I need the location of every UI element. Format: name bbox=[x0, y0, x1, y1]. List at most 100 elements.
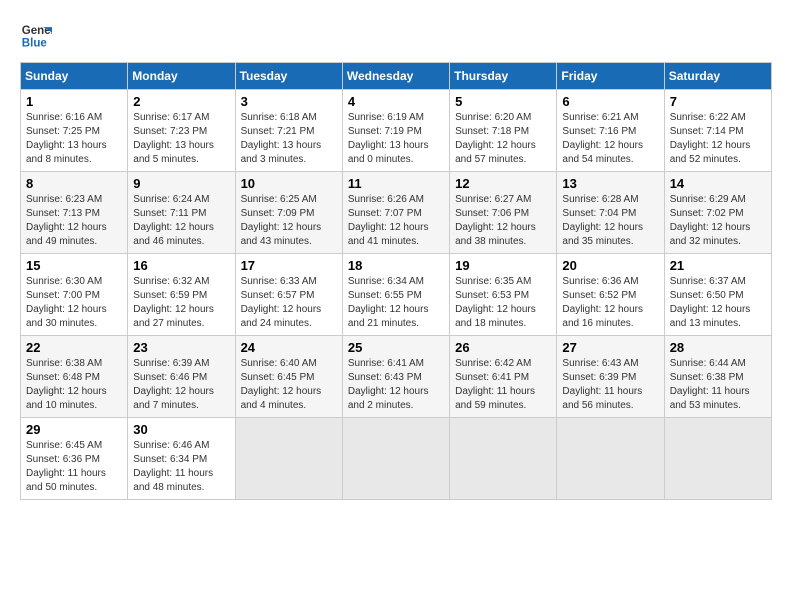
calendar-cell: 21 Sunrise: 6:37 AMSunset: 6:50 PMDaylig… bbox=[664, 254, 771, 336]
day-info: Sunrise: 6:43 AMSunset: 6:39 PMDaylight:… bbox=[562, 357, 658, 413]
calendar-cell: 24 Sunrise: 6:40 AMSunset: 6:45 PMDaylig… bbox=[235, 336, 342, 418]
day-info: Sunrise: 6:26 AMSunset: 7:07 PMDaylight:… bbox=[348, 193, 444, 249]
calendar-cell: 27 Sunrise: 6:43 AMSunset: 6:39 PMDaylig… bbox=[557, 336, 664, 418]
logo-icon: General Blue bbox=[20, 20, 52, 52]
day-number: 15 bbox=[26, 258, 122, 273]
day-number: 22 bbox=[26, 340, 122, 355]
day-info: Sunrise: 6:39 AMSunset: 6:46 PMDaylight:… bbox=[133, 357, 229, 413]
day-number: 27 bbox=[562, 340, 658, 355]
calendar-cell: 6 Sunrise: 6:21 AMSunset: 7:16 PMDayligh… bbox=[557, 90, 664, 172]
calendar-cell: 30 Sunrise: 6:46 AMSunset: 6:34 PMDaylig… bbox=[128, 418, 235, 500]
calendar-header-thursday: Thursday bbox=[450, 63, 557, 90]
day-info: Sunrise: 6:33 AMSunset: 6:57 PMDaylight:… bbox=[241, 275, 337, 331]
calendar-header-saturday: Saturday bbox=[664, 63, 771, 90]
day-info: Sunrise: 6:22 AMSunset: 7:14 PMDaylight:… bbox=[670, 111, 766, 167]
calendar-cell: 22 Sunrise: 6:38 AMSunset: 6:48 PMDaylig… bbox=[21, 336, 128, 418]
calendar-cell: 3 Sunrise: 6:18 AMSunset: 7:21 PMDayligh… bbox=[235, 90, 342, 172]
day-number: 5 bbox=[455, 94, 551, 109]
day-number: 25 bbox=[348, 340, 444, 355]
day-number: 23 bbox=[133, 340, 229, 355]
calendar-cell: 17 Sunrise: 6:33 AMSunset: 6:57 PMDaylig… bbox=[235, 254, 342, 336]
calendar-cell: 7 Sunrise: 6:22 AMSunset: 7:14 PMDayligh… bbox=[664, 90, 771, 172]
day-info: Sunrise: 6:30 AMSunset: 7:00 PMDaylight:… bbox=[26, 275, 122, 331]
calendar-cell: 26 Sunrise: 6:42 AMSunset: 6:41 PMDaylig… bbox=[450, 336, 557, 418]
calendar-cell: 29 Sunrise: 6:45 AMSunset: 6:36 PMDaylig… bbox=[21, 418, 128, 500]
calendar-cell: 28 Sunrise: 6:44 AMSunset: 6:38 PMDaylig… bbox=[664, 336, 771, 418]
calendar-body: 1 Sunrise: 6:16 AMSunset: 7:25 PMDayligh… bbox=[21, 90, 772, 500]
calendar-week-2: 8 Sunrise: 6:23 AMSunset: 7:13 PMDayligh… bbox=[21, 172, 772, 254]
calendar-cell: 1 Sunrise: 6:16 AMSunset: 7:25 PMDayligh… bbox=[21, 90, 128, 172]
day-info: Sunrise: 6:32 AMSunset: 6:59 PMDaylight:… bbox=[133, 275, 229, 331]
day-info: Sunrise: 6:27 AMSunset: 7:06 PMDaylight:… bbox=[455, 193, 551, 249]
day-info: Sunrise: 6:16 AMSunset: 7:25 PMDaylight:… bbox=[26, 111, 122, 167]
calendar-cell: 2 Sunrise: 6:17 AMSunset: 7:23 PMDayligh… bbox=[128, 90, 235, 172]
day-info: Sunrise: 6:34 AMSunset: 6:55 PMDaylight:… bbox=[348, 275, 444, 331]
day-number: 29 bbox=[26, 422, 122, 437]
day-number: 11 bbox=[348, 176, 444, 191]
day-number: 20 bbox=[562, 258, 658, 273]
day-info: Sunrise: 6:29 AMSunset: 7:02 PMDaylight:… bbox=[670, 193, 766, 249]
svg-text:General: General bbox=[22, 25, 52, 37]
calendar-week-3: 15 Sunrise: 6:30 AMSunset: 7:00 PMDaylig… bbox=[21, 254, 772, 336]
day-number: 8 bbox=[26, 176, 122, 191]
day-number: 21 bbox=[670, 258, 766, 273]
calendar-header-friday: Friday bbox=[557, 63, 664, 90]
day-number: 9 bbox=[133, 176, 229, 191]
day-info: Sunrise: 6:36 AMSunset: 6:52 PMDaylight:… bbox=[562, 275, 658, 331]
calendar-cell: 23 Sunrise: 6:39 AMSunset: 6:46 PMDaylig… bbox=[128, 336, 235, 418]
day-info: Sunrise: 6:44 AMSunset: 6:38 PMDaylight:… bbox=[670, 357, 766, 413]
day-info: Sunrise: 6:42 AMSunset: 6:41 PMDaylight:… bbox=[455, 357, 551, 413]
calendar-header-tuesday: Tuesday bbox=[235, 63, 342, 90]
calendar-cell: 12 Sunrise: 6:27 AMSunset: 7:06 PMDaylig… bbox=[450, 172, 557, 254]
logo: General Blue bbox=[20, 20, 56, 52]
day-number: 1 bbox=[26, 94, 122, 109]
day-number: 30 bbox=[133, 422, 229, 437]
day-info: Sunrise: 6:40 AMSunset: 6:45 PMDaylight:… bbox=[241, 357, 337, 413]
day-number: 17 bbox=[241, 258, 337, 273]
day-number: 7 bbox=[670, 94, 766, 109]
calendar-cell: 5 Sunrise: 6:20 AMSunset: 7:18 PMDayligh… bbox=[450, 90, 557, 172]
day-info: Sunrise: 6:35 AMSunset: 6:53 PMDaylight:… bbox=[455, 275, 551, 331]
header: General Blue bbox=[20, 20, 772, 52]
calendar: SundayMondayTuesdayWednesdayThursdayFrid… bbox=[20, 62, 772, 500]
calendar-cell: 10 Sunrise: 6:25 AMSunset: 7:09 PMDaylig… bbox=[235, 172, 342, 254]
calendar-cell: 4 Sunrise: 6:19 AMSunset: 7:19 PMDayligh… bbox=[342, 90, 449, 172]
calendar-week-1: 1 Sunrise: 6:16 AMSunset: 7:25 PMDayligh… bbox=[21, 90, 772, 172]
calendar-cell bbox=[664, 418, 771, 500]
day-info: Sunrise: 6:37 AMSunset: 6:50 PMDaylight:… bbox=[670, 275, 766, 331]
day-info: Sunrise: 6:23 AMSunset: 7:13 PMDaylight:… bbox=[26, 193, 122, 249]
day-info: Sunrise: 6:45 AMSunset: 6:36 PMDaylight:… bbox=[26, 439, 122, 495]
day-number: 3 bbox=[241, 94, 337, 109]
day-number: 24 bbox=[241, 340, 337, 355]
calendar-cell: 20 Sunrise: 6:36 AMSunset: 6:52 PMDaylig… bbox=[557, 254, 664, 336]
day-number: 16 bbox=[133, 258, 229, 273]
day-number: 4 bbox=[348, 94, 444, 109]
day-number: 26 bbox=[455, 340, 551, 355]
svg-text:Blue: Blue bbox=[22, 38, 48, 50]
day-number: 10 bbox=[241, 176, 337, 191]
day-info: Sunrise: 6:28 AMSunset: 7:04 PMDaylight:… bbox=[562, 193, 658, 249]
calendar-cell: 9 Sunrise: 6:24 AMSunset: 7:11 PMDayligh… bbox=[128, 172, 235, 254]
calendar-cell bbox=[557, 418, 664, 500]
day-number: 18 bbox=[348, 258, 444, 273]
calendar-cell bbox=[450, 418, 557, 500]
calendar-cell: 8 Sunrise: 6:23 AMSunset: 7:13 PMDayligh… bbox=[21, 172, 128, 254]
calendar-week-5: 29 Sunrise: 6:45 AMSunset: 6:36 PMDaylig… bbox=[21, 418, 772, 500]
day-info: Sunrise: 6:21 AMSunset: 7:16 PMDaylight:… bbox=[562, 111, 658, 167]
calendar-header-monday: Monday bbox=[128, 63, 235, 90]
day-info: Sunrise: 6:41 AMSunset: 6:43 PMDaylight:… bbox=[348, 357, 444, 413]
day-number: 28 bbox=[670, 340, 766, 355]
calendar-cell: 13 Sunrise: 6:28 AMSunset: 7:04 PMDaylig… bbox=[557, 172, 664, 254]
calendar-header-sunday: Sunday bbox=[21, 63, 128, 90]
day-number: 13 bbox=[562, 176, 658, 191]
day-info: Sunrise: 6:46 AMSunset: 6:34 PMDaylight:… bbox=[133, 439, 229, 495]
calendar-cell: 16 Sunrise: 6:32 AMSunset: 6:59 PMDaylig… bbox=[128, 254, 235, 336]
day-info: Sunrise: 6:24 AMSunset: 7:11 PMDaylight:… bbox=[133, 193, 229, 249]
day-info: Sunrise: 6:17 AMSunset: 7:23 PMDaylight:… bbox=[133, 111, 229, 167]
calendar-cell: 25 Sunrise: 6:41 AMSunset: 6:43 PMDaylig… bbox=[342, 336, 449, 418]
day-info: Sunrise: 6:19 AMSunset: 7:19 PMDaylight:… bbox=[348, 111, 444, 167]
calendar-cell: 18 Sunrise: 6:34 AMSunset: 6:55 PMDaylig… bbox=[342, 254, 449, 336]
day-info: Sunrise: 6:25 AMSunset: 7:09 PMDaylight:… bbox=[241, 193, 337, 249]
day-number: 14 bbox=[670, 176, 766, 191]
calendar-header-wednesday: Wednesday bbox=[342, 63, 449, 90]
